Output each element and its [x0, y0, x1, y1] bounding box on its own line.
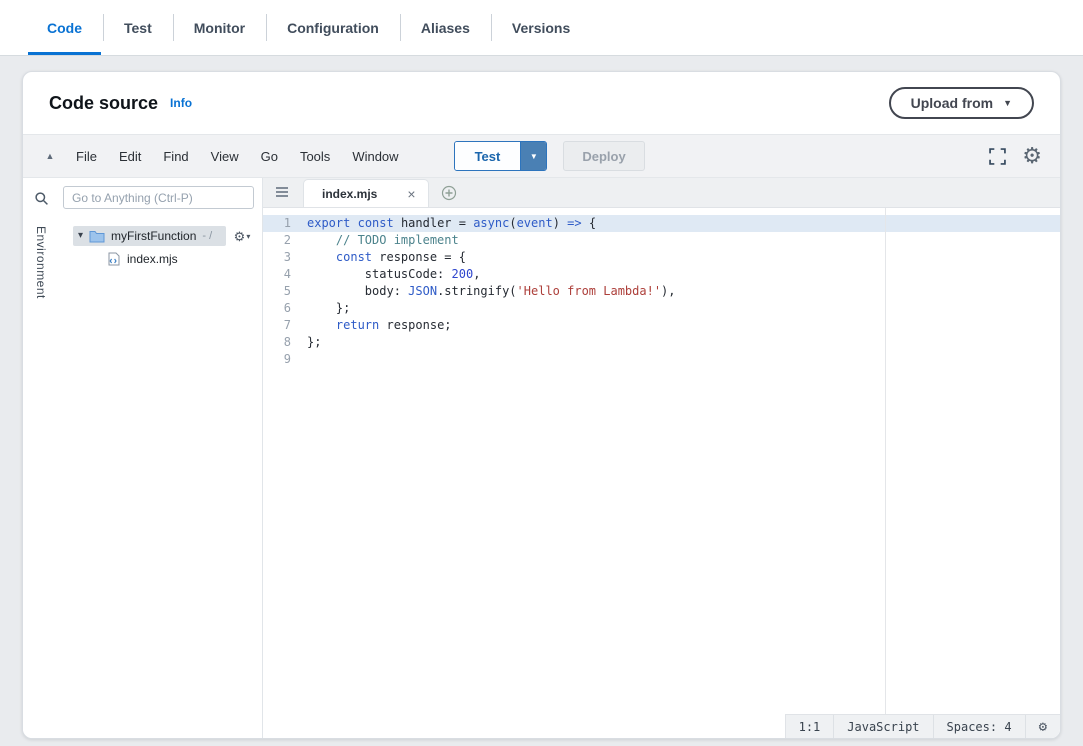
test-dropdown-button[interactable]: ▼: [520, 142, 546, 170]
cursor-position[interactable]: 1:1: [786, 715, 834, 738]
line-number[interactable]: 3: [263, 249, 304, 266]
menu-edit[interactable]: Edit: [108, 145, 152, 168]
code-line-3[interactable]: 3 const response = {: [263, 249, 1060, 266]
file-explorer-sidebar: ▾ myFirstFunction - / ⚙ ▾ index.mjs: [59, 178, 263, 738]
menu-view[interactable]: View: [200, 145, 250, 168]
top-tab-bar: CodeTestMonitorConfigurationAliasesVersi…: [0, 0, 1083, 56]
gear-icon: ⚙: [1039, 720, 1047, 734]
page-title: Code source: [49, 93, 158, 114]
root-folder-path: - /: [202, 230, 212, 242]
tree-row-root-folder[interactable]: ▾ myFirstFunction - / ⚙ ▾: [59, 225, 262, 247]
code-text: export const handler = async(event) => {: [304, 215, 596, 232]
line-number[interactable]: 7: [263, 317, 304, 334]
code-line-6[interactable]: 6 };: [263, 300, 1060, 317]
code-text: };: [304, 300, 350, 317]
editor-menubar: ▲ FileEditFindViewGoToolsWindow Test ▼ D…: [23, 134, 1060, 178]
editor-chrome-right: ⚙: [989, 145, 1042, 167]
tab-configuration[interactable]: Configuration: [266, 0, 400, 55]
js-file-icon: [108, 252, 120, 266]
tree-settings-button[interactable]: ⚙ ▾: [226, 230, 258, 243]
tab-list-icon[interactable]: [269, 179, 295, 205]
goto-anything-input[interactable]: [63, 186, 254, 209]
tab-test[interactable]: Test: [103, 0, 173, 55]
root-folder-label: myFirstFunction: [111, 229, 196, 243]
tab-versions[interactable]: Versions: [491, 0, 591, 55]
chevron-down-icon: ▼: [1003, 99, 1012, 108]
info-link[interactable]: Info: [170, 96, 192, 110]
editor-statusbar: 1:1 JavaScript Spaces: 4 ⚙: [785, 714, 1060, 738]
code-text: statusCode: 200,: [304, 266, 480, 283]
gear-icon: ⚙: [234, 230, 246, 243]
code-line-9[interactable]: 9: [263, 351, 1060, 368]
code-text: body: JSON.stringify('Hello from Lambda!…: [304, 283, 676, 300]
line-number[interactable]: 6: [263, 300, 304, 317]
tree-root-selection[interactable]: ▾ myFirstFunction - /: [73, 226, 226, 246]
code-line-2[interactable]: 2 // TODO implement: [263, 232, 1060, 249]
editor-workspace: Environment ▾ myFirstFunction - / ⚙ ▾: [23, 178, 1060, 738]
tab-code[interactable]: Code: [26, 0, 103, 55]
upload-from-button[interactable]: Upload from ▼: [889, 87, 1034, 119]
code-lines: 1export const handler = async(event) => …: [263, 215, 1060, 368]
code-text: };: [304, 334, 321, 351]
left-dock-strip: Environment: [23, 178, 59, 738]
tree-expand-caret-icon[interactable]: ▾: [78, 231, 83, 241]
new-tab-icon[interactable]: [441, 185, 457, 201]
test-split-button: Test ▼: [454, 141, 548, 171]
line-number[interactable]: 9: [263, 351, 304, 368]
status-settings-button[interactable]: ⚙: [1025, 715, 1060, 738]
editor-menus: FileEditFindViewGoToolsWindow: [65, 145, 410, 168]
indentation-setting[interactable]: Spaces: 4: [933, 715, 1025, 738]
editor-tabstrip: index.mjs ×: [263, 178, 1060, 208]
collapse-pane-icon[interactable]: ▲: [37, 151, 63, 161]
chevron-down-icon: ▾: [246, 232, 250, 241]
tree-row-index-mjs[interactable]: index.mjs: [59, 249, 262, 269]
syntax-mode[interactable]: JavaScript: [833, 715, 932, 738]
test-button[interactable]: Test: [455, 142, 521, 170]
code-text: [304, 351, 307, 368]
line-number[interactable]: 2: [263, 232, 304, 249]
editor-tab-index-mjs[interactable]: index.mjs ×: [303, 179, 429, 207]
code-source-panel: Code source Info Upload from ▼ ▲ FileEdi…: [22, 71, 1061, 739]
menu-file[interactable]: File: [65, 145, 108, 168]
print-margin-ruler: [885, 208, 886, 714]
code-line-5[interactable]: 5 body: JSON.stringify('Hello from Lambd…: [263, 283, 1060, 300]
fullscreen-icon[interactable]: [989, 148, 1006, 165]
line-number[interactable]: 1: [263, 215, 304, 232]
panel-header: Code source Info Upload from ▼: [23, 72, 1060, 134]
close-icon[interactable]: ×: [407, 187, 415, 201]
code-text: return response;: [304, 317, 452, 334]
code-area[interactable]: 1export const handler = async(event) => …: [263, 208, 1060, 738]
line-number[interactable]: 4: [263, 266, 304, 283]
environment-tab[interactable]: Environment: [34, 226, 48, 299]
line-number[interactable]: 5: [263, 283, 304, 300]
file-label: index.mjs: [127, 252, 178, 266]
menu-go[interactable]: Go: [250, 145, 289, 168]
tab-monitor[interactable]: Monitor: [173, 0, 266, 55]
code-line-7[interactable]: 7 return response;: [263, 317, 1060, 334]
folder-icon: [89, 230, 105, 243]
file-tree: ▾ myFirstFunction - / ⚙ ▾ index.mjs: [59, 225, 262, 269]
code-text: // TODO implement: [304, 232, 459, 249]
tab-aliases[interactable]: Aliases: [400, 0, 491, 55]
line-number[interactable]: 8: [263, 334, 304, 351]
code-line-8[interactable]: 8};: [263, 334, 1060, 351]
editor-tab-label: index.mjs: [322, 187, 377, 201]
code-editor-pane: index.mjs × 1export const handler = asyn…: [263, 178, 1060, 738]
code-text: const response = {: [304, 249, 466, 266]
deploy-button[interactable]: Deploy: [563, 141, 644, 171]
upload-from-label: Upload from: [911, 95, 993, 111]
code-line-4[interactable]: 4 statusCode: 200,: [263, 266, 1060, 283]
editor-settings-gear-icon[interactable]: ⚙: [1022, 145, 1042, 167]
search-icon[interactable]: [34, 186, 49, 210]
menu-tools[interactable]: Tools: [289, 145, 341, 168]
menu-window[interactable]: Window: [341, 145, 409, 168]
menu-find[interactable]: Find: [152, 145, 199, 168]
code-line-1[interactable]: 1export const handler = async(event) => …: [263, 215, 1060, 232]
